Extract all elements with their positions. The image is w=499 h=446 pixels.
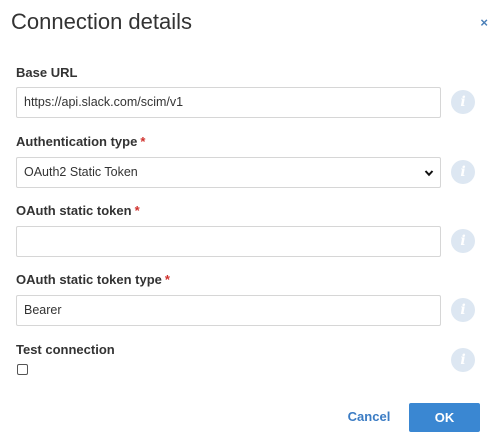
info-icon[interactable]: i [451, 298, 475, 322]
base-url-input[interactable]: https://api.slack.com/scim/v1 [16, 87, 441, 118]
chevron-down-icon [424, 170, 434, 177]
oauth-token-type-label: OAuth static token type * [16, 272, 170, 287]
auth-type-select[interactable]: OAuth2 Static Token [16, 157, 441, 188]
close-icon[interactable]: × [480, 15, 488, 30]
oauth-token-type-label-text: OAuth static token type [16, 272, 162, 287]
auth-type-selected-value: OAuth2 Static Token [24, 165, 138, 179]
auth-type-label-text: Authentication type [16, 134, 138, 149]
ok-button[interactable]: OK [409, 403, 480, 432]
oauth-token-input[interactable] [16, 226, 441, 257]
required-mark: * [134, 203, 140, 218]
info-icon[interactable]: i [451, 90, 475, 114]
info-icon[interactable]: i [451, 348, 475, 372]
base-url-label: Base URL [16, 65, 77, 80]
oauth-token-label: OAuth static token * [16, 203, 140, 218]
base-url-label-text: Base URL [16, 65, 78, 80]
connection-details-dialog: Connection details × Base URL https://ap… [0, 0, 499, 446]
dialog-title: Connection details [11, 9, 193, 34]
required-mark: * [164, 272, 170, 287]
info-icon[interactable]: i [451, 160, 475, 184]
test-connection-label-text: Test connection [16, 342, 115, 357]
oauth-token-type-input[interactable]: Bearer [16, 295, 441, 326]
cancel-button[interactable]: Cancel [340, 404, 398, 430]
oauth-token-label-text: OAuth static token [16, 203, 132, 218]
auth-type-label: Authentication type * [16, 134, 145, 149]
required-mark: * [140, 134, 146, 149]
test-connection-label: Test connection [16, 342, 115, 357]
info-icon[interactable]: i [451, 229, 475, 253]
test-connection-checkbox[interactable] [17, 364, 28, 375]
